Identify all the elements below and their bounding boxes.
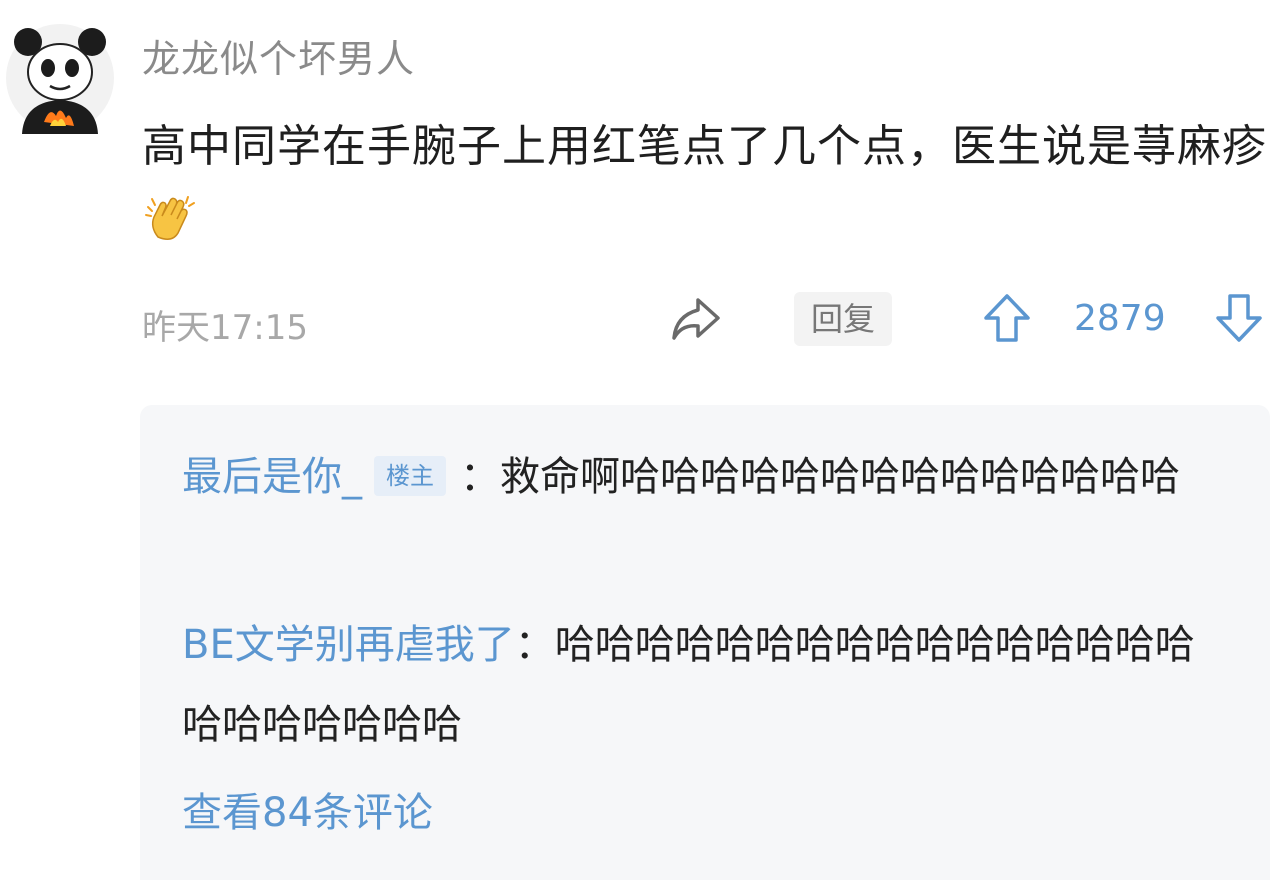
reply-item: BE文学别再虐我了：哈哈哈哈哈哈哈哈哈哈哈哈哈哈哈哈哈哈哈哈哈哈哈 <box>182 605 1222 765</box>
post-username[interactable]: 龙龙似个坏男人 <box>142 28 415 83</box>
share-icon[interactable] <box>668 294 724 344</box>
view-all-comments-link[interactable]: 查看84条评论 <box>182 783 433 843</box>
reply-button[interactable]: 回复 <box>794 292 892 346</box>
reply-separator: ： <box>460 454 500 500</box>
post-text: 高中同学在手腕子上用红笔点了几个点，医生说是荨麻疹 <box>142 108 1272 264</box>
reply-author[interactable]: 最后是你_ <box>182 454 362 500</box>
post-timestamp: 昨天17:15 <box>142 308 308 348</box>
reply-separator: ： <box>514 622 555 668</box>
replies-container: 最后是你_ 楼主 ：救命啊哈哈哈哈哈哈哈哈哈哈哈哈哈哈 BE文学别再虐我了：哈哈哈哈… <box>140 405 1270 880</box>
upvote-icon[interactable] <box>982 292 1032 344</box>
user-avatar[interactable] <box>4 22 116 134</box>
op-badge: 楼主 <box>374 456 446 496</box>
reply-author[interactable]: BE文学别再虐我了 <box>182 622 515 668</box>
vote-count: 2879 <box>1074 298 1166 339</box>
reply-text: 救命啊哈哈哈哈哈哈哈哈哈哈哈哈哈哈 <box>500 454 1180 500</box>
clapping-hands-icon <box>145 196 195 240</box>
post-text-body: 高中同学在手腕子上用红笔点了几个点，医生说是荨麻疹 <box>142 121 1267 172</box>
reply-item: 最后是你_ 楼主 ：救命啊哈哈哈哈哈哈哈哈哈哈哈哈哈哈 <box>182 437 1222 517</box>
downvote-icon[interactable] <box>1214 292 1264 344</box>
comment-thread: 龙龙似个坏男人 高中同学在手腕子上用红笔点了几个点，医生说是荨麻疹 昨天17:1… <box>0 0 1280 880</box>
post-meta-row: 昨天17:15 回复 2879 <box>0 290 1280 360</box>
